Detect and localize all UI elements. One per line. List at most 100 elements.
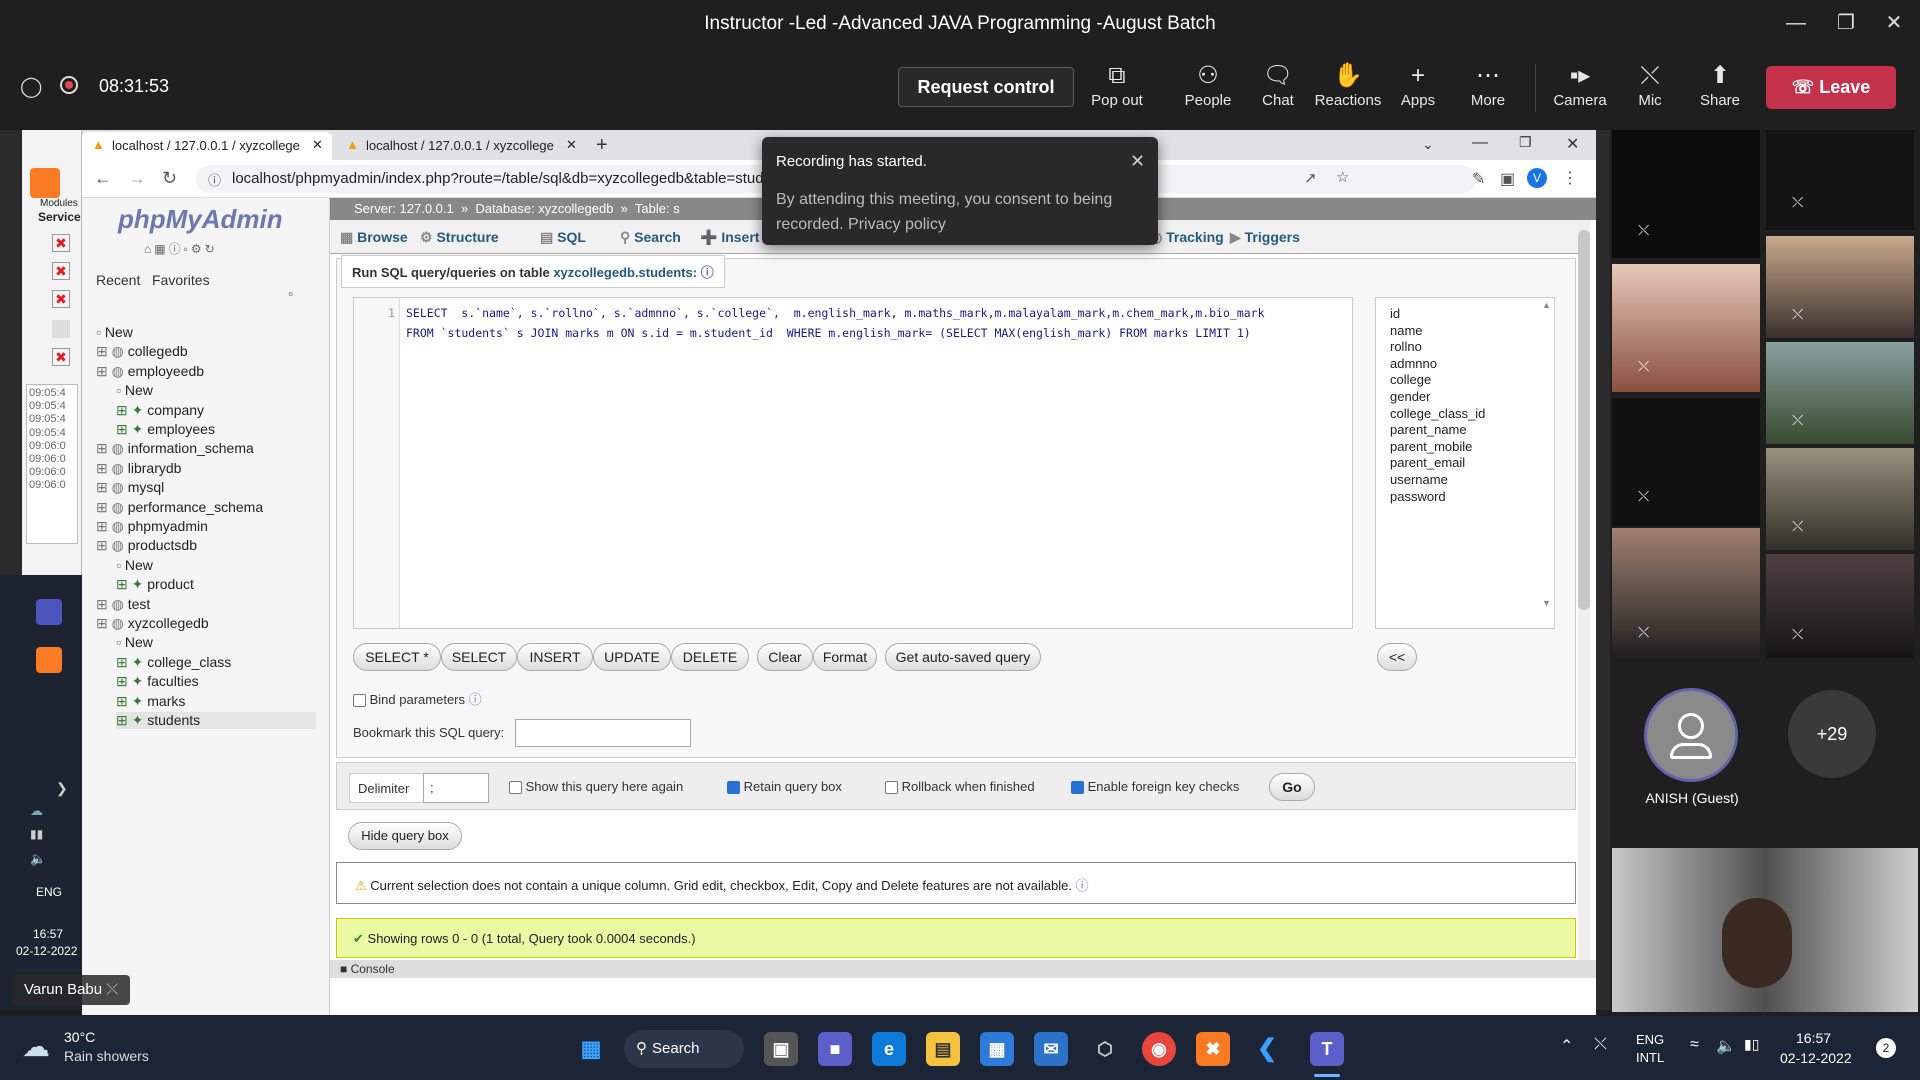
- tab-search-icon[interactable]: ⌄: [1422, 136, 1434, 153]
- show-query-checkbox[interactable]: [509, 781, 522, 795]
- mic-button[interactable]: ⤬ Mic: [1617, 60, 1683, 109]
- edge-icon[interactable]: e: [872, 1032, 906, 1066]
- reload-icon[interactable]: ↻: [162, 168, 177, 189]
- column-item[interactable]: password: [1390, 489, 1446, 504]
- profile-avatar[interactable]: V: [1527, 168, 1547, 188]
- select-star-button[interactable]: SELECT *: [353, 643, 441, 671]
- recent-tab[interactable]: Recent: [96, 272, 140, 288]
- notification-badge[interactable]: 2: [1876, 1038, 1896, 1058]
- wifi-icon[interactable]: ≈: [1690, 1036, 1699, 1054]
- delimiter-input[interactable]: ;: [423, 773, 489, 803]
- teams-taskbar-icon[interactable]: T: [1310, 1032, 1344, 1066]
- tree-database[interactable]: ⊞ ◍ xyzcollegedb: [96, 615, 209, 632]
- link-icon[interactable]: ⚬: [286, 288, 295, 301]
- get-auto-saved-query-button[interactable]: Get auto-saved query: [885, 643, 1041, 671]
- browser-minimize-icon[interactable]: —: [1472, 134, 1488, 152]
- column-item[interactable]: parent_name: [1390, 422, 1467, 437]
- column-item[interactable]: rollno: [1390, 339, 1422, 354]
- hide-query-box-button[interactable]: Hide query box: [348, 822, 462, 850]
- column-item[interactable]: college_class_id: [1390, 406, 1485, 421]
- tree-new-item[interactable]: ▫ New: [116, 634, 153, 650]
- bind-parameters-option[interactable]: Bind parameters ⓘ: [353, 689, 482, 708]
- browser-tab[interactable]: ▲ localhost / 127.0.0.1 / xyzcollege ✕: [336, 132, 586, 160]
- taskbar-date[interactable]: 02-12-2022: [1780, 1050, 1852, 1066]
- participant-tile[interactable]: ⤬: [1766, 554, 1914, 658]
- tray-chevron-icon[interactable]: ⌃: [1560, 1036, 1573, 1056]
- bookmark-input[interactable]: [515, 719, 691, 747]
- column-item[interactable]: name: [1390, 323, 1423, 338]
- delete-button[interactable]: DELETE: [671, 643, 749, 671]
- new-tab-button[interactable]: +: [596, 134, 608, 157]
- meet-icon[interactable]: ■: [818, 1032, 852, 1066]
- store-icon[interactable]: ▦: [980, 1032, 1014, 1066]
- tree-database[interactable]: ⊞ ◍ information_schema: [96, 440, 254, 457]
- tree-database[interactable]: ⊞ ◍ phpmyadmin: [96, 518, 208, 535]
- format-button[interactable]: Format: [813, 643, 877, 671]
- tree-database[interactable]: ⊞ ◍ test: [96, 596, 150, 613]
- tree-table[interactable]: ⊞ ✦ product: [116, 576, 194, 593]
- close-icon[interactable]: ✕: [1874, 8, 1914, 38]
- start-icon[interactable]: ▦: [574, 1032, 608, 1066]
- request-control-button[interactable]: Request control: [898, 67, 1074, 107]
- tree-database[interactable]: ⊞ ◍ employeedb: [96, 363, 204, 380]
- participant-tile[interactable]: ⤬: [1612, 264, 1760, 392]
- task-view-icon[interactable]: ▣: [764, 1032, 798, 1066]
- extensions-icon[interactable]: ✎: [1472, 169, 1485, 189]
- back-icon[interactable]: ←: [94, 168, 112, 189]
- column-item[interactable]: parent_email: [1390, 455, 1465, 470]
- tab-browse[interactable]: ▦ Browse: [340, 229, 408, 246]
- help-icon[interactable]: ⓘ: [701, 265, 714, 280]
- participant-tile[interactable]: ⤬: [1612, 130, 1760, 258]
- foreign-key-checkbox[interactable]: [1071, 781, 1084, 795]
- lang-indicator[interactable]: ENG: [1636, 1032, 1664, 1047]
- tree-database[interactable]: ⊞ ◍ mysql: [96, 479, 164, 496]
- tree-new-item[interactable]: ▫ New: [116, 382, 153, 398]
- column-item[interactable]: admnno: [1390, 356, 1437, 371]
- close-toast-icon[interactable]: ✕: [1130, 151, 1145, 172]
- more-button[interactable]: ⋯ More: [1455, 60, 1521, 109]
- breadcrumb-table[interactable]: Table: s: [635, 201, 680, 216]
- tree-table[interactable]: ⊞ ✦ students: [116, 712, 316, 729]
- participant-tile[interactable]: ⤬: [1766, 448, 1914, 550]
- browser-close-icon[interactable]: ✕: [1566, 134, 1579, 154]
- tree-table[interactable]: ⊞ ✦ faculties: [116, 673, 199, 690]
- tab-tracking[interactable]: ◎ Tracking: [1150, 229, 1224, 246]
- file-explorer-icon[interactable]: ▤: [926, 1032, 960, 1066]
- participant-tile[interactable]: ⤬: [1612, 528, 1760, 658]
- apps-button[interactable]: + Apps: [1385, 60, 1451, 109]
- tree-database[interactable]: ⊞ ◍ collegedb: [96, 343, 188, 360]
- self-view-tile[interactable]: [1612, 848, 1918, 1012]
- close-tab-icon[interactable]: ✕: [566, 137, 577, 153]
- console-bar[interactable]: ■ Console: [330, 960, 1596, 978]
- tree-new-item[interactable]: ▫ New: [116, 557, 153, 573]
- close-tab-icon[interactable]: ✕: [312, 137, 323, 153]
- taskbar-time[interactable]: 16:57: [1796, 1030, 1831, 1046]
- sql-editor[interactable]: 1 SELECT s.`name`, s.`rollno`, s.`admnno…: [353, 297, 1353, 629]
- x-service-icon[interactable]: ✖: [52, 234, 70, 252]
- mic-muted-icon[interactable]: ⤬: [1594, 1036, 1607, 1054]
- chrome-icon[interactable]: ◉: [1142, 1032, 1176, 1066]
- column-item[interactable]: username: [1390, 472, 1448, 487]
- rollback-checkbox[interactable]: [885, 781, 898, 795]
- scroll-down-icon[interactable]: ▼: [1542, 598, 1551, 608]
- weather-icon[interactable]: ☁: [22, 1030, 50, 1063]
- chat-button[interactable]: 🗨 Chat: [1245, 60, 1311, 109]
- mail-icon[interactable]: ✉: [1034, 1032, 1068, 1066]
- tree-table[interactable]: ⊞ ✦ employees: [116, 421, 215, 438]
- guest-avatar[interactable]: [1644, 688, 1738, 782]
- sql-line-2[interactable]: FROM `students` s JOIN marks m ON s.id =…: [406, 326, 1251, 340]
- tree-table[interactable]: ⊞ ✦ company: [116, 402, 204, 419]
- main-scrollbar[interactable]: [1578, 220, 1590, 960]
- volume-icon[interactable]: 🔈: [1716, 1036, 1736, 1056]
- more-participants-count[interactable]: +29: [1788, 690, 1876, 778]
- leave-button[interactable]: ☏ Leave: [1766, 66, 1896, 109]
- column-item[interactable]: gender: [1390, 389, 1430, 404]
- people-button[interactable]: ⚇ People: [1175, 60, 1241, 109]
- select-button[interactable]: SELECT: [441, 643, 517, 671]
- column-list[interactable]: id name rollno admnno college gender college_c…: [1375, 297, 1555, 629]
- tree-database[interactable]: ⊞ ◍ productsdb: [96, 537, 197, 554]
- rollback-option[interactable]: Rollback when finished: [885, 779, 1035, 795]
- update-button[interactable]: UPDATE: [593, 643, 671, 671]
- vscode-icon[interactable]: ❮: [1250, 1032, 1284, 1066]
- tab-sql[interactable]: ▤ SQL: [540, 229, 586, 246]
